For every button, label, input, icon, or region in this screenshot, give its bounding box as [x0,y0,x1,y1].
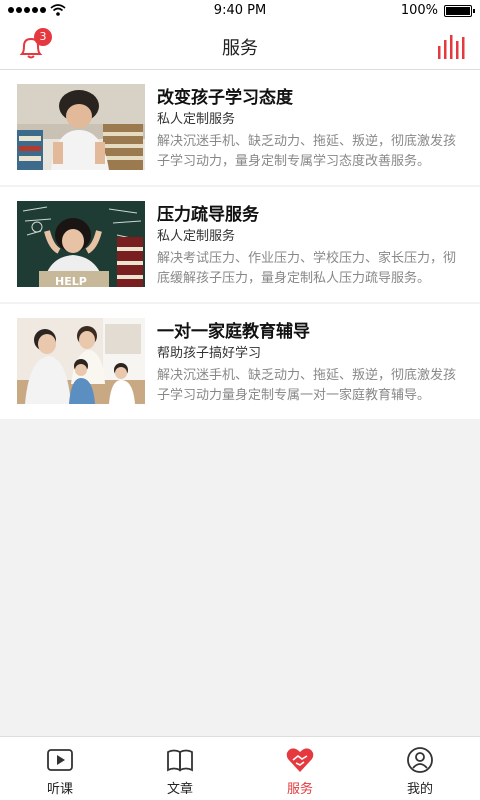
tab-label: 服务 [286,782,313,797]
play-icon [47,749,73,771]
service-title: 改变孩子学习态度 [157,88,293,108]
service-title: 压力疏导服务 [157,205,259,225]
bar-chart-icon[interactable] [436,32,466,60]
service-subtitle: 帮助孩子搞好学习 [157,346,262,361]
service-item-attitude[interactable]: 改变孩子学习态度 私人定制服务 解决沉迷手机、缺乏动力、拖延、叛逆，彻底激发孩子… [0,70,480,185]
book-icon [167,749,193,772]
tab-label: 听课 [46,782,73,797]
tab-listen[interactable]: 听课 [0,737,120,800]
service-list: 改变孩子学习态度 私人定制服务 解决沉迷手机、缺乏动力、拖延、叛逆，彻底激发孩子… [0,70,480,421]
service-description: 解决沉迷手机、缺乏动力、拖延、叛逆，彻底激发孩子学习动力，量身定制专属学习态度改… [157,134,457,169]
battery-percent: 100% [400,3,438,18]
tab-articles[interactable]: 文章 [120,737,240,800]
service-item-family-tutoring[interactable]: 一对一家庭教育辅导 帮助孩子搞好学习 解决沉迷手机、缺乏动力、拖延、叛逆，彻底激… [0,304,480,419]
service-subtitle: 私人定制服务 [157,112,236,127]
battery-icon [444,5,475,17]
tab-label: 文章 [166,782,193,797]
service-title: 一对一家庭教育辅导 [157,322,310,342]
service-description: 解决考试压力、作业压力、学校压力、家长压力，彻底缓解孩子压力，量身定制私人压力疏… [157,251,457,286]
bottom-tab-bar: 听课 文章 服务 我的 [0,736,480,800]
tab-mine[interactable]: 我的 [360,737,480,800]
family-photo [17,318,145,404]
status-bar: 9:40 PM 100% [0,0,480,22]
svg-text:HELP: HELP [55,275,87,287]
user-icon [407,747,433,773]
page-title: 服务 [222,38,258,59]
service-description: 解决沉迷手机、缺乏动力、拖延、叛逆，彻底激发孩子学习动力量身定制专属一对一家庭教… [157,368,457,403]
service-item-stress[interactable]: HELP 压力疏导服务 私人定制服务 解决考试压力、作业压力、学校压力、家长压力… [0,187,480,302]
nav-bar: 3 服务 [0,22,480,70]
boy-with-books-photo [17,84,145,170]
service-subtitle: 私人定制服务 [157,229,236,244]
heart-handshake-icon [286,748,314,772]
tab-services[interactable]: 服务 [240,737,360,800]
stressed-girl-help-photo: HELP [17,201,145,287]
tab-label: 我的 [406,782,433,797]
